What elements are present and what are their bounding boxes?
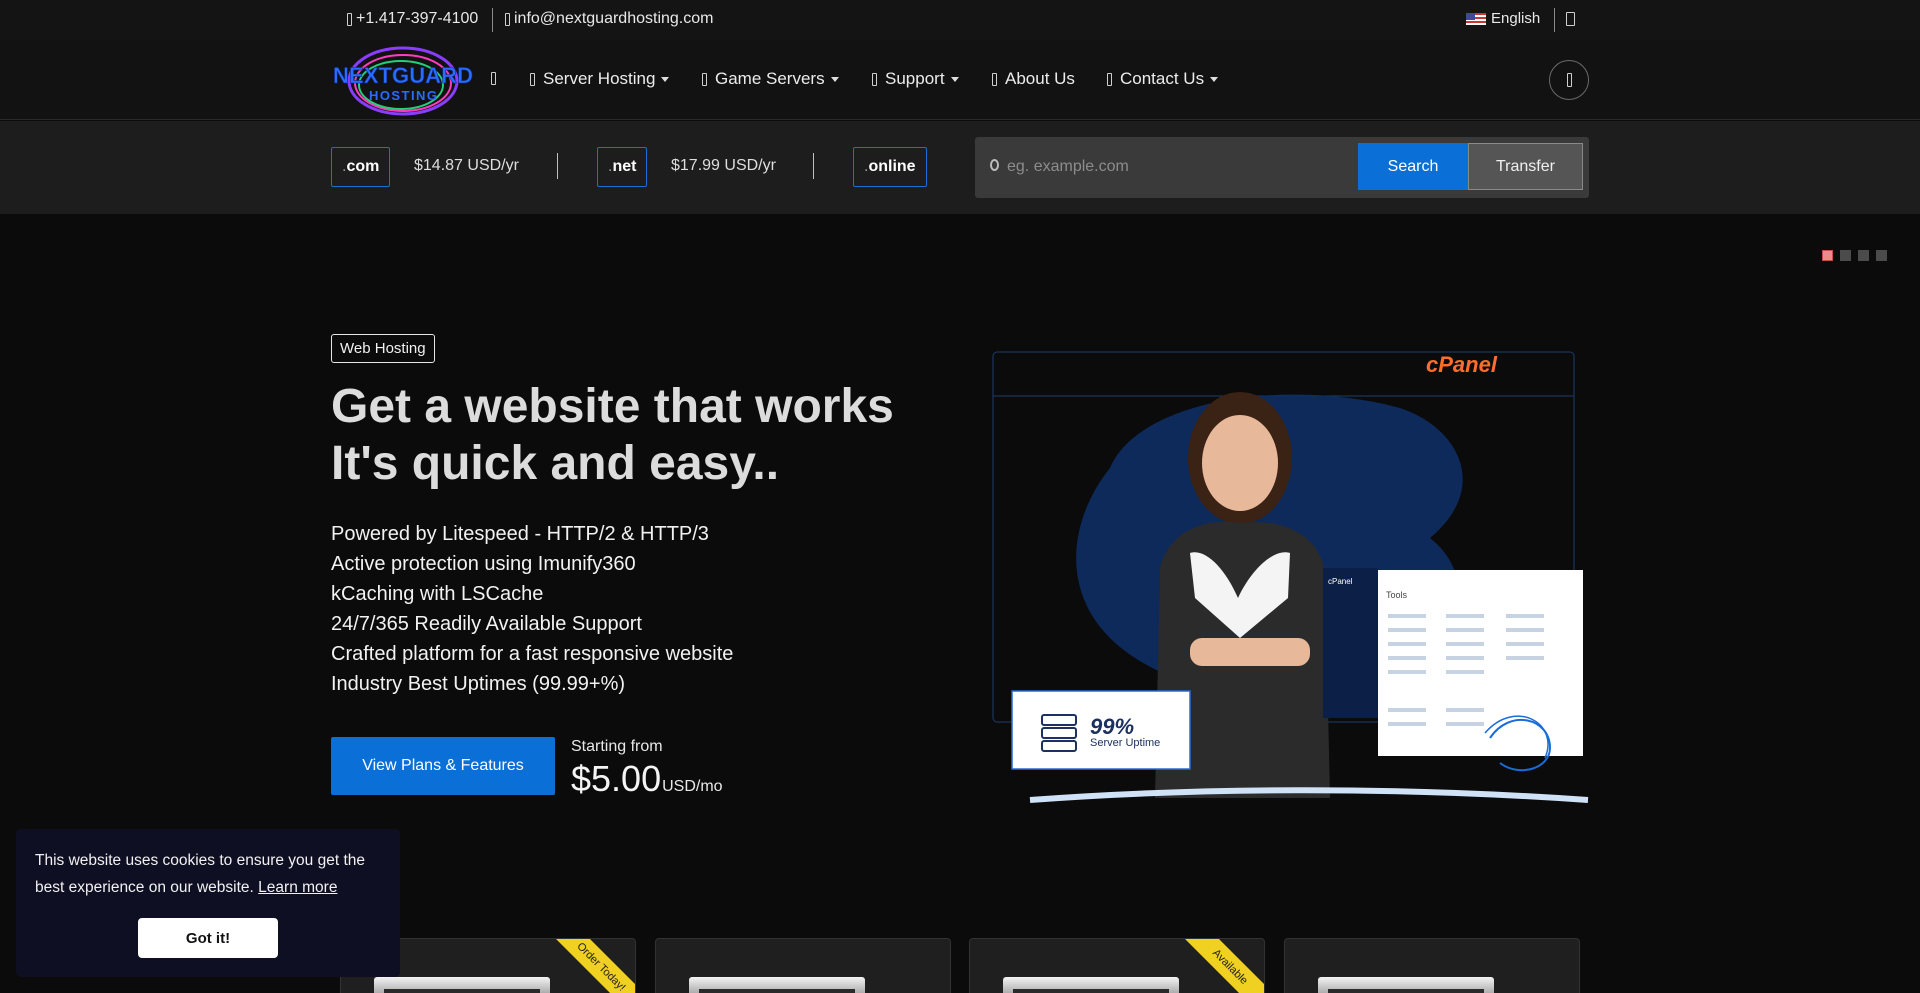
globe-icon <box>990 159 999 171</box>
uptime-value: 99% <box>1090 714 1134 739</box>
price-amount: $5.00 <box>571 758 662 799</box>
divider <box>557 153 558 179</box>
top-bar: +1.417-397-4100 info@nextguardhosting.co… <box>0 0 1920 40</box>
product-card[interactable] <box>655 938 951 993</box>
svg-text:HOSTING: HOSTING <box>369 88 437 103</box>
phone-number: +1.417-397-4100 <box>356 10 479 27</box>
server-icon <box>530 72 535 86</box>
server-image <box>1318 977 1494 993</box>
panel-brand: cPanel <box>1328 577 1353 586</box>
learn-more-link[interactable]: Learn more <box>258 879 337 896</box>
feature-item: Industry Best Uptimes (99.99+%) <box>331 673 626 695</box>
language-selector[interactable]: English <box>1466 10 1540 27</box>
language-label: English <box>1491 10 1541 27</box>
user-icon <box>1566 73 1572 87</box>
phone-link[interactable]: +1.417-397-4100 <box>347 10 478 28</box>
hero-illustration: cPanel cPanel Tools 99% Server Uptime <box>992 351 1589 803</box>
tld-com[interactable]: . com <box>331 147 391 187</box>
ribbon-badge: Available <box>1179 939 1264 993</box>
slide-dot-active[interactable] <box>1822 250 1833 261</box>
account-button[interactable] <box>1549 60 1589 100</box>
tools-panel-title: Tools <box>1386 590 1408 600</box>
price-unit: USD/mo <box>662 778 723 795</box>
tld-online[interactable]: . online <box>853 147 927 187</box>
transfer-button[interactable]: Transfer <box>1468 143 1583 190</box>
tld-net[interactable]: . net <box>597 147 648 187</box>
nav-label: Support <box>885 69 945 88</box>
starting-price: $5.00 USD/mo <box>571 758 723 800</box>
cookie-message: This website uses cookies to ensure you … <box>35 847 385 901</box>
email-link[interactable]: info@nextguardhosting.com <box>505 10 713 28</box>
tld-price: $17.99 USD/yr <box>671 157 776 174</box>
hero-title: Get a website that works It's quick and … <box>331 378 931 492</box>
nav-label: Game Servers <box>715 69 825 88</box>
home-icon[interactable] <box>491 72 496 85</box>
ribbon-badge: Order Today! <box>550 939 635 993</box>
product-card[interactable]: Available <box>969 938 1265 993</box>
contact-icon <box>1107 72 1112 86</box>
chevron-down-icon <box>661 76 670 82</box>
nav-game-servers[interactable]: Game Servers <box>702 69 839 89</box>
starting-from-label: Starting from <box>571 738 663 755</box>
search-button[interactable]: Search <box>1358 143 1468 190</box>
hero-title-line: Get a website that works <box>331 380 894 433</box>
chevron-down-icon <box>1210 76 1219 82</box>
us-flag-icon <box>1466 12 1486 25</box>
feature-item: 24/7/365 Readily Available Support <box>331 613 642 635</box>
slider-pagination <box>1822 250 1887 261</box>
slide-dot[interactable] <box>1840 250 1851 261</box>
feature-item: Powered by Litespeed - HTTP/2 & HTTP/3 <box>331 523 709 545</box>
feature-item: Crafted platform for a fast responsive w… <box>331 643 734 665</box>
feature-item: Active protection using Imunify360 <box>331 553 636 575</box>
email-address: info@nextguardhosting.com <box>514 10 714 27</box>
main-navigation: NEXTGUARD HOSTING Server Hosting Game Se… <box>0 40 1920 120</box>
nav-server-hosting[interactable]: Server Hosting <box>530 69 670 89</box>
domain-search-bar: . com $14.87 USD/yr . net $17.99 USD/yr .o… <box>0 121 1920 214</box>
phone-icon <box>347 12 352 26</box>
divider <box>1554 8 1555 32</box>
category-badge: Web Hosting <box>331 334 435 363</box>
divider <box>813 153 814 179</box>
nav-contact-us[interactable]: Contact Us <box>1107 69 1219 89</box>
hero-title-line: It's quick and easy.. <box>331 437 780 490</box>
slide-dot[interactable] <box>1858 250 1869 261</box>
view-plans-button[interactable]: View Plans & Features <box>331 737 555 795</box>
feature-list: Powered by Litespeed - HTTP/2 & HTTP/3 A… <box>331 519 733 699</box>
domain-search-box: Search Transfer <box>975 137 1589 198</box>
nav-label: About Us <box>1005 69 1075 88</box>
cpanel-brand: cPanel <box>1426 352 1498 377</box>
info-icon <box>992 72 997 86</box>
nav-about-us[interactable]: About Us <box>992 69 1075 89</box>
nav-support[interactable]: Support <box>872 69 959 89</box>
cart-icon[interactable] <box>1566 12 1575 26</box>
product-card[interactable] <box>1284 938 1580 993</box>
nextguard-logo[interactable]: NEXTGUARD HOSTING <box>331 43 475 119</box>
tld-price: $14.87 USD/yr <box>414 157 519 174</box>
slide-dot[interactable] <box>1876 250 1887 261</box>
gamepad-icon <box>702 72 707 86</box>
tld-name: online <box>868 158 916 175</box>
cookie-banner: This website uses cookies to ensure you … <box>16 829 400 977</box>
server-image <box>689 977 865 993</box>
domain-search-input[interactable] <box>1007 145 1327 189</box>
uptime-label: Server Uptime <box>1090 737 1160 749</box>
divider <box>492 8 493 32</box>
feature-item: kCaching with LSCache <box>331 583 544 605</box>
envelope-icon <box>505 12 510 26</box>
chevron-down-icon <box>950 76 959 82</box>
chevron-down-icon <box>830 76 839 82</box>
accept-cookies-button[interactable]: Got it! <box>138 918 278 958</box>
svg-text:NEXTGUARD: NEXTGUARD <box>333 63 473 88</box>
tld-name: com <box>346 158 380 175</box>
tld-name: net <box>612 158 637 175</box>
server-image <box>374 977 550 993</box>
support-icon <box>872 72 877 86</box>
server-image <box>1003 977 1179 993</box>
nav-label: Contact Us <box>1120 69 1205 88</box>
nav-label: Server Hosting <box>543 69 656 88</box>
